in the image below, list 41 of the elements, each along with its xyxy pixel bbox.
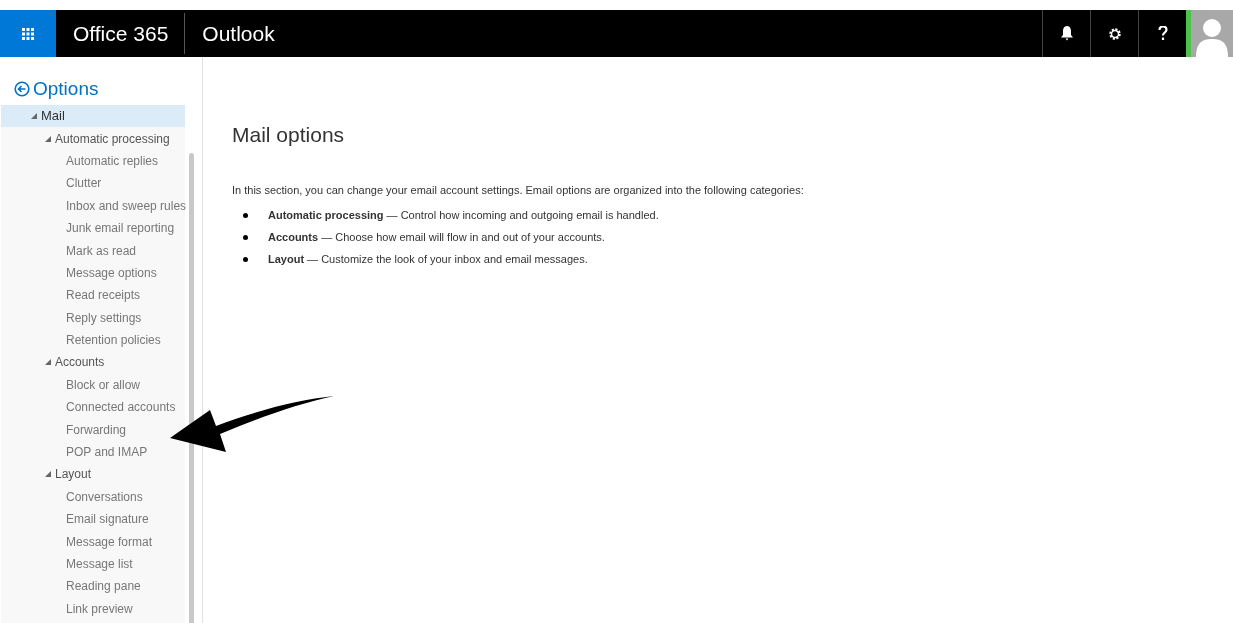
- bell-icon: [1060, 26, 1073, 41]
- category-description: Automatic processing — Control how incoming and outgoing email is handled.: [268, 207, 659, 223]
- tree-item[interactable]: Mail: [1, 105, 185, 128]
- expanded-caret-icon: [45, 135, 51, 142]
- tree-item[interactable]: Retention policies: [1, 328, 165, 352]
- tree-item[interactable]: Email signature: [1, 508, 153, 531]
- help-icon: [1157, 26, 1168, 41]
- tree-item[interactable]: Message options: [1, 261, 161, 285]
- tree-item[interactable]: Inbox and sweep rules: [1, 194, 191, 217]
- page-title: Mail options: [232, 122, 346, 148]
- tree-item[interactable]: Reply settings: [1, 306, 146, 329]
- tree-item[interactable]: Link preview: [1, 597, 137, 620]
- app-launcher-button[interactable]: [0, 10, 56, 57]
- tree-item[interactable]: Junk email reporting: [1, 216, 179, 240]
- tree-item[interactable]: Clutter: [1, 172, 106, 195]
- back-link[interactable]: Options: [0, 78, 202, 100]
- tree-item[interactable]: Conversations: [1, 485, 147, 509]
- tree-item[interactable]: Mark as read: [1, 239, 141, 262]
- category-description: Layout — Customize the look of your inbox and email messages.: [268, 251, 588, 267]
- tree-item[interactable]: Forwarding: [1, 418, 131, 441]
- tree-item[interactable]: Layout: [1, 463, 96, 486]
- category-description: Accounts — Choose how email will flow in and out of your accounts.: [268, 229, 605, 245]
- tree-item[interactable]: Message format: [1, 530, 157, 553]
- intro-text: In this section, you can change your email account settings. Email options are organized into the following categories:: [232, 182, 804, 198]
- tree-item[interactable]: Automatic processing: [1, 127, 174, 150]
- expanded-caret-icon: [31, 113, 37, 120]
- tree-item[interactable]: Message list: [1, 552, 137, 576]
- tree-item[interactable]: Read receipts: [1, 284, 145, 307]
- avatar-button[interactable]: [1191, 10, 1233, 57]
- tree-item[interactable]: POP and IMAP: [1, 440, 152, 464]
- grid-icon: [22, 27, 34, 40]
- settings-icon: [1107, 26, 1122, 41]
- tree-item[interactable]: Connected accounts: [1, 396, 180, 419]
- app-title: Outlook: [201, 20, 275, 47]
- expanded-caret-icon: [45, 471, 51, 478]
- tree-item[interactable]: Automatic replies: [1, 149, 163, 173]
- expanded-caret-icon: [45, 359, 51, 366]
- tree-item[interactable]: Reading pane: [1, 575, 145, 598]
- brand-title: Office 365: [72, 20, 170, 47]
- tree-item[interactable]: Accounts: [1, 351, 109, 374]
- tree-item[interactable]: Block or allow: [1, 373, 145, 397]
